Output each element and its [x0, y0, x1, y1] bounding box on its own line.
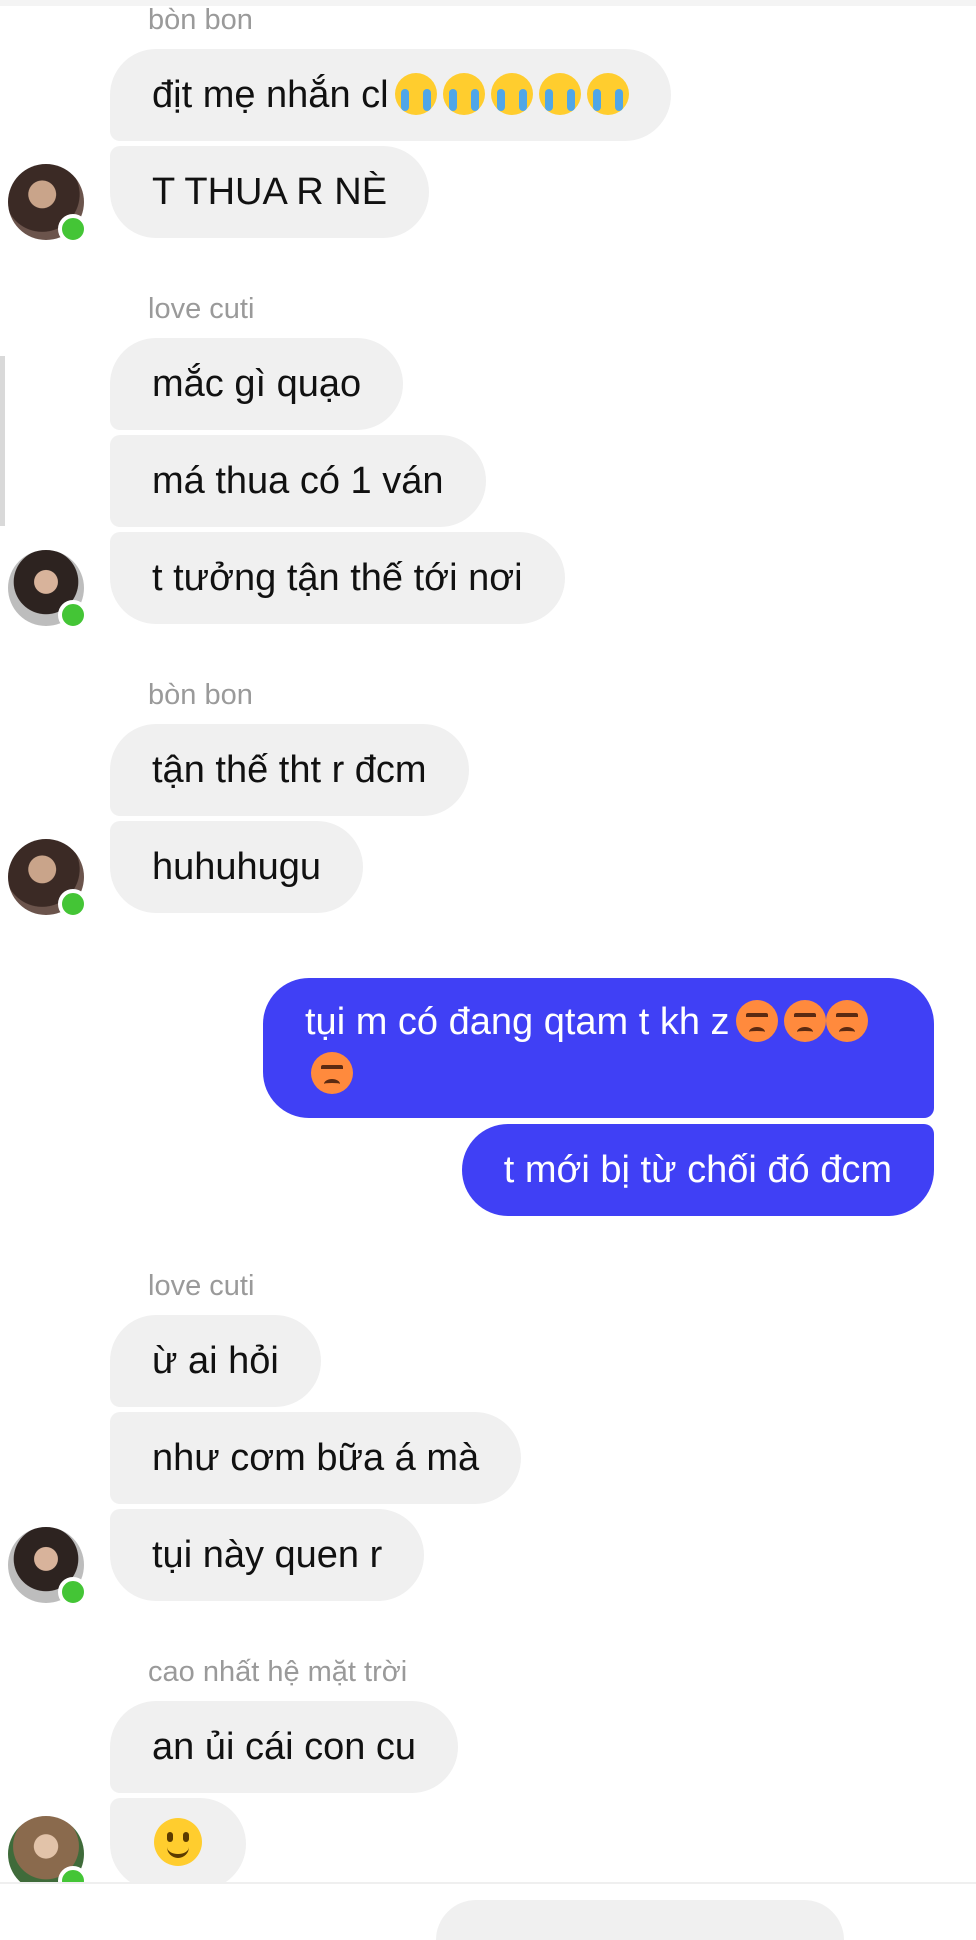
message-text: mắc gì quạo	[152, 363, 362, 405]
pouting-face-icon	[783, 1000, 826, 1042]
online-status-icon	[58, 1577, 88, 1607]
loudly-crying-face-icon	[538, 73, 581, 115]
chat-thread[interactable]: bòn bon địt mẹ nhắn cl T THUA R NÈ love …	[0, 0, 976, 1940]
message-bubble[interactable]: huhuhugu	[110, 821, 364, 913]
message-text: như cơm bữa á mà	[152, 1437, 480, 1479]
message-bubble[interactable]: tận thế tht r đcm	[110, 724, 469, 816]
message-text: huhuhugu	[152, 846, 322, 888]
avatar[interactable]	[8, 1816, 88, 1896]
message-bubble[interactable]: tụi này quen r	[110, 1509, 425, 1601]
avatar[interactable]	[8, 164, 88, 244]
message-bubble[interactable]: như cơm bữa á mà	[110, 1412, 522, 1504]
message-bubble[interactable]: ừ ai hỏi	[110, 1315, 321, 1407]
message-text: tụi này quen r	[152, 1534, 383, 1576]
sender-name: love cuti	[148, 1270, 255, 1302]
outgoing-message-bubble[interactable]: t mới bị từ chối đó đcm	[461, 1124, 934, 1216]
partial-message-bubble[interactable]	[436, 1900, 844, 1940]
sender-name: bòn bon	[148, 4, 253, 36]
pouting-face-icon	[311, 1052, 353, 1094]
message-bubble[interactable]: T THUA R NÈ	[110, 146, 430, 238]
outgoing-message-bubble[interactable]: tụi m có đang qtam t kh z	[263, 978, 934, 1118]
sender-name: love cuti	[148, 293, 255, 325]
message-text: tụi m có đang qtam t kh z	[305, 1001, 730, 1043]
message-text: địt mẹ nhắn cl	[152, 74, 389, 116]
message-text: an ủi cái con cu	[152, 1726, 417, 1768]
avatar[interactable]	[8, 550, 88, 630]
avatar[interactable]	[8, 839, 88, 919]
message-text: t mới bị từ chối đó đcm	[503, 1149, 892, 1191]
pouting-face-icon	[825, 1000, 868, 1042]
message-bubble[interactable]: mắc gì quạo	[110, 338, 404, 430]
sender-name: cao nhất hệ mặt trời	[148, 1656, 408, 1688]
pouting-face-icon	[735, 1000, 778, 1042]
online-status-icon	[58, 889, 88, 919]
loudly-crying-face-icon	[586, 73, 629, 115]
message-text: tận thế tht r đcm	[152, 749, 427, 791]
message-bubble[interactable]	[110, 1798, 246, 1890]
scroll-indicator[interactable]	[0, 356, 5, 526]
online-status-icon	[58, 214, 88, 244]
message-bubble[interactable]: an ủi cái con cu	[110, 1701, 459, 1793]
loudly-crying-face-icon	[394, 73, 437, 115]
message-text: ừ ai hỏi	[152, 1340, 279, 1382]
message-bubble[interactable]: địt mẹ nhắn cl	[110, 49, 671, 141]
slightly-smiling-face-icon	[154, 1818, 202, 1866]
message-bubble[interactable]: t tưởng tận thế tới nơi	[110, 532, 565, 624]
message-text: T THUA R NÈ	[152, 171, 388, 213]
message-text: má thua có 1 ván	[152, 460, 444, 502]
top-divider	[0, 0, 976, 6]
online-status-icon	[58, 600, 88, 630]
loudly-crying-face-icon	[490, 73, 533, 115]
loudly-crying-face-icon	[442, 73, 485, 115]
sender-name: bòn bon	[148, 679, 253, 711]
avatar[interactable]	[8, 1527, 88, 1607]
message-text: t tưởng tận thế tới nơi	[152, 557, 523, 599]
message-bubble[interactable]: má thua có 1 ván	[110, 435, 486, 527]
